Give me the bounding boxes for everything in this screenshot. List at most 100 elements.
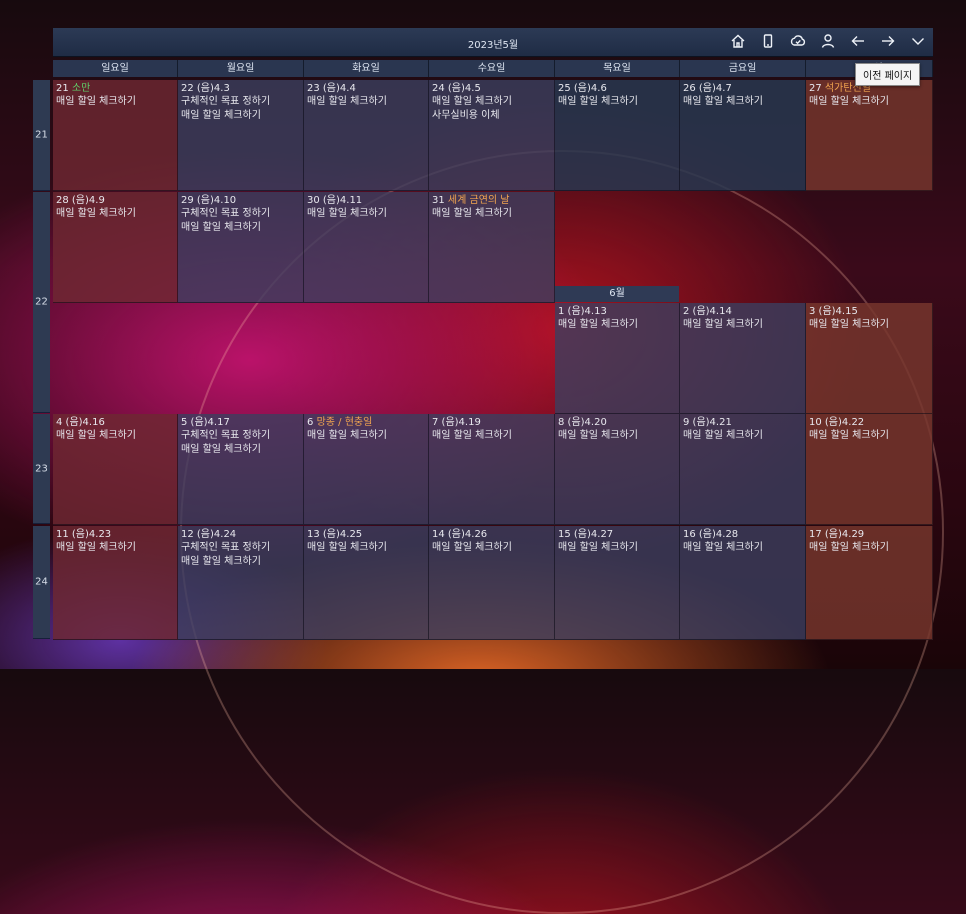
weekday-header-mon: 월요일 xyxy=(178,60,304,77)
event-item[interactable]: 구체적인 목표 정하기 xyxy=(181,95,300,109)
event-item[interactable]: 매일 할일 체크하기 xyxy=(683,318,802,332)
event-item[interactable]: 구체적인 목표 정하기 xyxy=(181,541,300,555)
event-item[interactable]: 매일 할일 체크하기 xyxy=(558,429,676,443)
chevron-down-icon[interactable] xyxy=(909,33,927,51)
event-item[interactable]: 매일 할일 체크하기 xyxy=(307,429,425,443)
event-item[interactable]: 매일 할일 체크하기 xyxy=(558,541,676,555)
event-item[interactable]: 사무실비용 이체 xyxy=(432,109,551,123)
day-cell[interactable]: 5 (음)4.17 구체적인 목표 정하기 매일 할일 체크하기 xyxy=(178,414,304,525)
day-cell[interactable]: 14 (음)4.26 매일 할일 체크하기 xyxy=(429,526,555,640)
day-cell[interactable]: 13 (음)4.25 매일 할일 체크하기 xyxy=(304,526,429,640)
day-cell[interactable]: 8 (음)4.20 매일 할일 체크하기 xyxy=(555,414,680,525)
day-cell[interactable]: 31 세계 금연의 날 매일 할일 체크하기 xyxy=(429,192,555,303)
day-date-label: 25 (음)4.6 xyxy=(558,83,607,94)
holiday-label: 세계 금연의 날 xyxy=(447,195,510,206)
event-item[interactable]: 매일 할일 체크하기 xyxy=(683,541,802,555)
day-cell[interactable]: 21 소만 매일 할일 체크하기 xyxy=(53,80,178,191)
week-number: 24 xyxy=(33,526,50,639)
day-cell[interactable]: 26 (음)4.7 매일 할일 체크하기 xyxy=(680,80,806,191)
day-date-label: 17 (음)4.29 xyxy=(809,529,865,540)
event-item[interactable]: 매일 할일 체크하기 xyxy=(432,541,551,555)
event-item[interactable]: 매일 할일 체크하기 xyxy=(181,555,300,569)
day-date-label: 21 소만 xyxy=(56,83,91,94)
event-item[interactable]: 매일 할일 체크하기 xyxy=(809,429,929,443)
event-item[interactable]: 매일 할일 체크하기 xyxy=(809,95,929,109)
day-cell[interactable]: 29 (음)4.10 구체적인 목표 정하기 매일 할일 체크하기 xyxy=(178,192,304,303)
holiday-label: 소만 xyxy=(71,83,91,94)
day-cell[interactable]: 2 (음)4.14 매일 할일 체크하기 xyxy=(680,303,806,414)
event-item[interactable]: 매일 할일 체크하기 xyxy=(307,207,425,221)
day-cell[interactable]: 17 (음)4.29 매일 할일 체크하기 xyxy=(806,526,933,640)
day-cell[interactable]: 16 (음)4.28 매일 할일 체크하기 xyxy=(680,526,806,640)
day-cell[interactable]: 24 (음)4.5 매일 할일 체크하기 사무실비용 이체 xyxy=(429,80,555,191)
day-date-label: 30 (음)4.11 xyxy=(307,195,363,206)
event-item[interactable]: 매일 할일 체크하기 xyxy=(432,429,551,443)
event-item[interactable]: 매일 할일 체크하기 xyxy=(558,95,676,109)
day-cell[interactable]: 15 (음)4.27 매일 할일 체크하기 xyxy=(555,526,680,640)
arrow-left-icon[interactable] xyxy=(849,33,867,51)
day-cell[interactable]: 3 (음)4.15 매일 할일 체크하기 xyxy=(806,303,933,414)
day-date-label: 28 (음)4.9 xyxy=(56,195,105,206)
day-date-label: 1 (음)4.13 xyxy=(558,306,607,317)
weekday-header-thu: 목요일 xyxy=(555,60,680,77)
day-date-label: 24 (음)4.5 xyxy=(432,83,481,94)
event-item[interactable]: 매일 할일 체크하기 xyxy=(56,429,174,443)
day-date-label: 9 (음)4.21 xyxy=(683,417,732,428)
event-item[interactable]: 매일 할일 체크하기 xyxy=(56,95,174,109)
day-date-label: 11 (음)4.23 xyxy=(56,529,112,540)
event-item[interactable]: 매일 할일 체크하기 xyxy=(432,95,551,109)
event-item[interactable]: 매일 할일 체크하기 xyxy=(683,95,802,109)
event-item[interactable]: 매일 할일 체크하기 xyxy=(307,541,425,555)
day-date-label: 14 (음)4.26 xyxy=(432,529,488,540)
day-cell[interactable]: 9 (음)4.21 매일 할일 체크하기 xyxy=(680,414,806,525)
week-number: 22 xyxy=(33,192,50,413)
event-item[interactable]: 매일 할일 체크하기 xyxy=(432,207,551,221)
day-date-label: 23 (음)4.4 xyxy=(307,83,356,94)
event-item[interactable]: 매일 할일 체크하기 xyxy=(181,221,300,235)
day-date-label: 15 (음)4.27 xyxy=(558,529,614,540)
day-cell[interactable]: 27 석가탄신일 매일 할일 체크하기 xyxy=(806,80,933,191)
cloud-check-icon[interactable] xyxy=(789,33,807,51)
event-item[interactable]: 매일 할일 체크하기 xyxy=(181,109,300,123)
day-cell[interactable]: 28 (음)4.9 매일 할일 체크하기 xyxy=(53,192,178,303)
day-cell[interactable]: 23 (음)4.4 매일 할일 체크하기 xyxy=(304,80,429,191)
event-item[interactable]: 매일 할일 체크하기 xyxy=(307,95,425,109)
week-number: 23 xyxy=(33,414,50,524)
tablet-icon[interactable] xyxy=(759,33,777,51)
event-item[interactable]: 매일 할일 체크하기 xyxy=(809,541,929,555)
event-item[interactable]: 매일 할일 체크하기 xyxy=(683,429,802,443)
day-cell[interactable]: 30 (음)4.11 매일 할일 체크하기 xyxy=(304,192,429,303)
day-date-label: 12 (음)4.24 xyxy=(181,529,237,540)
home-icon[interactable] xyxy=(729,33,747,51)
day-cell[interactable]: 10 (음)4.22 매일 할일 체크하기 xyxy=(806,414,933,525)
day-date-label: 4 (음)4.16 xyxy=(56,417,105,428)
event-item[interactable]: 구체적인 목표 정하기 xyxy=(181,207,300,221)
event-item[interactable]: 매일 할일 체크하기 xyxy=(809,318,929,332)
day-cell[interactable]: 22 (음)4.3 구체적인 목표 정하기 매일 할일 체크하기 xyxy=(178,80,304,191)
day-cell[interactable]: 6 망종 / 현충일 매일 할일 체크하기 xyxy=(304,414,429,525)
person-icon[interactable] xyxy=(819,33,837,51)
day-date-label: 13 (음)4.25 xyxy=(307,529,363,540)
day-cell[interactable]: 25 (음)4.6 매일 할일 체크하기 xyxy=(555,80,680,191)
day-cell[interactable]: 11 (음)4.23 매일 할일 체크하기 xyxy=(53,526,178,640)
day-cell[interactable]: 4 (음)4.16 매일 할일 체크하기 xyxy=(53,414,178,525)
arrow-right-icon[interactable] xyxy=(879,33,897,51)
event-item[interactable]: 매일 할일 체크하기 xyxy=(56,541,174,555)
day-cell[interactable]: 7 (음)4.19 매일 할일 체크하기 xyxy=(429,414,555,525)
day-cell[interactable]: 12 (음)4.24 구체적인 목표 정하기 매일 할일 체크하기 xyxy=(178,526,304,640)
tooltip-previous-page: 이전 페이지 xyxy=(855,63,921,86)
weekday-header-wed: 수요일 xyxy=(429,60,555,77)
day-date-label: 7 (음)4.19 xyxy=(432,417,481,428)
day-cell[interactable]: 1 (음)4.13 매일 할일 체크하기 xyxy=(555,303,680,414)
day-date-label: 29 (음)4.10 xyxy=(181,195,237,206)
day-date-label: 2 (음)4.14 xyxy=(683,306,732,317)
day-date-label: 10 (음)4.22 xyxy=(809,417,865,428)
event-item[interactable]: 매일 할일 체크하기 xyxy=(181,443,300,457)
day-date-label: 6 망종 / 현충일 xyxy=(307,417,373,428)
event-item[interactable]: 구체적인 목표 정하기 xyxy=(181,429,300,443)
weekday-header-sun: 일요일 xyxy=(53,60,178,77)
event-item[interactable]: 매일 할일 체크하기 xyxy=(56,207,174,221)
day-date-label: 22 (음)4.3 xyxy=(181,83,230,94)
event-item[interactable]: 매일 할일 체크하기 xyxy=(558,318,676,332)
weekday-header-tue: 화요일 xyxy=(304,60,429,77)
